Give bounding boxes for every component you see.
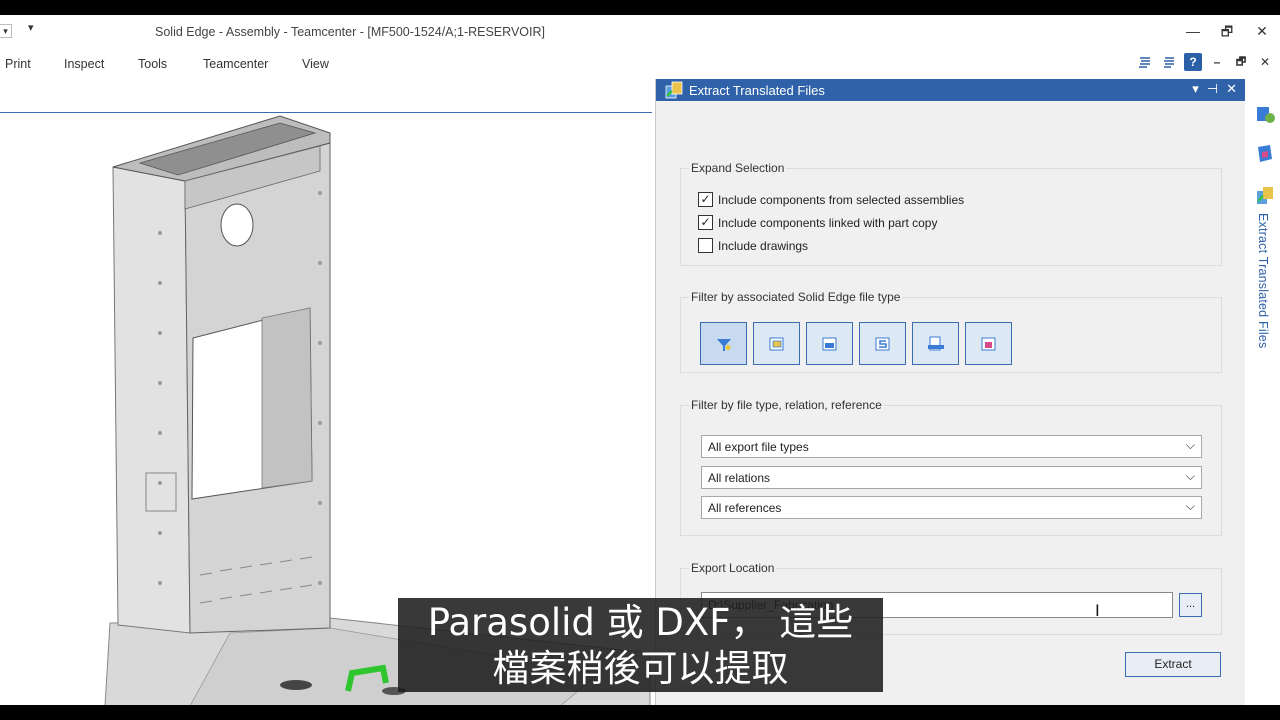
weldment-filter-button[interactable] <box>912 322 959 365</box>
restore-button[interactable]: 🗗 <box>1217 23 1237 45</box>
export-file-types-value: All export file types <box>708 440 809 454</box>
tab-print[interactable]: Print <box>5 57 31 71</box>
part-file-icon <box>822 337 836 350</box>
tab-tools[interactable]: Tools <box>138 57 167 71</box>
tab-teamcenter[interactable]: Teamcenter <box>203 57 268 71</box>
include-part-copy-checkbox[interactable]: ✓ <box>698 215 713 230</box>
sheetmetal-file-icon <box>875 337 889 350</box>
part-filter-button[interactable] <box>806 322 853 365</box>
doc-minimize-button[interactable]: – <box>1208 53 1226 71</box>
ribbon-tabs: Print Inspect Tools Teamcenter View ? – … <box>0 49 1280 77</box>
include-assemblies-checkbox[interactable]: ✓ <box>698 192 713 207</box>
ribbon-right-controls: ? – 🗗 ✕ <box>1136 53 1274 71</box>
include-drawings-label: Include drawings <box>718 238 809 253</box>
panel-menu-button[interactable]: ▾ <box>1192 81 1199 97</box>
library-icon[interactable] <box>1254 143 1276 165</box>
draft-filter-button[interactable] <box>965 322 1012 365</box>
expand-selection-label: Expand Selection <box>689 161 787 175</box>
window-title: Solid Edge - Assembly - Teamcenter - [MF… <box>155 25 545 39</box>
references-dropdown[interactable]: All references ⌵ <box>701 496 1202 519</box>
include-assemblies-label: Include components from selected assembl… <box>718 192 965 207</box>
text-cursor-icon: Ⅰ <box>1095 603 1100 620</box>
filter-associated-label: Filter by associated Solid Edge file typ… <box>689 290 903 304</box>
subtitle-line-1: Parasolid 或 DXF， 這些 <box>427 601 854 644</box>
sheetmetal-filter-button[interactable] <box>859 322 906 365</box>
include-drawings-option[interactable]: Include drawings <box>698 238 808 253</box>
panel-header: Extract Translated Files ▾ ⊣ ✕ <box>656 79 1245 101</box>
include-assemblies-option[interactable]: ✓ Include components from selected assem… <box>698 192 964 207</box>
assembly-file-icon <box>769 337 783 350</box>
include-drawings-checkbox[interactable] <box>698 238 713 253</box>
minimize-button[interactable]: — <box>1183 23 1203 39</box>
weldment-file-icon <box>927 336 944 350</box>
subtitle-line-2: 檔案稍後可以提取 <box>492 647 789 690</box>
panel-close-button[interactable]: ✕ <box>1226 81 1237 97</box>
all-types-filter-button[interactable] <box>700 322 747 365</box>
include-part-copy-option[interactable]: ✓ Include components linked with part co… <box>698 215 937 230</box>
close-button[interactable]: ✕ <box>1252 23 1272 40</box>
relations-dropdown[interactable]: All relations ⌵ <box>701 466 1202 489</box>
tab-view[interactable]: View <box>302 57 329 71</box>
help-button[interactable]: ? <box>1184 53 1202 71</box>
chevron-down-icon: ⌵ <box>1185 438 1195 452</box>
panel-title: Extract Translated Files <box>689 83 825 98</box>
extract-files-tab-label[interactable]: Extract Translated Files <box>1256 213 1270 348</box>
chevron-down-icon: ⌵ <box>1185 469 1195 483</box>
relations-value: All relations <box>708 471 771 485</box>
export-file-types-dropdown[interactable]: All export file types ⌵ <box>701 435 1202 458</box>
extract-files-icon <box>665 81 683 99</box>
extract-button[interactable]: Extract <box>1125 652 1221 677</box>
docked-tab-strip: Extract Translated Files <box>1248 79 1280 705</box>
ribbon-collapse-icon[interactable] <box>1160 53 1178 71</box>
export-location-label: Export Location <box>689 561 777 575</box>
doc-restore-button[interactable]: 🗗 <box>1232 53 1250 71</box>
doc-close-button[interactable]: ✕ <box>1256 53 1274 71</box>
extract-files-tab-icon[interactable] <box>1254 185 1276 207</box>
panel-pin-button[interactable]: ⊣ <box>1207 81 1218 97</box>
draft-file-icon <box>981 337 995 350</box>
chevron-down-icon: ⌵ <box>1185 499 1195 513</box>
all-types-icon <box>716 338 731 351</box>
filter-file-label: Filter by file type, relation, reference <box>689 398 884 412</box>
browse-button[interactable]: ... <box>1179 593 1202 617</box>
ribbon-options-icon[interactable] <box>1136 53 1154 71</box>
title-bar: ▾ ▾ Solid Edge - Assembly - Teamcenter -… <box>0 15 1280 49</box>
teamcenter-icon[interactable] <box>1254 103 1276 125</box>
assembly-filter-button[interactable] <box>753 322 800 365</box>
tab-inspect[interactable]: Inspect <box>64 57 104 71</box>
include-part-copy-label: Include components linked with part copy <box>718 215 938 230</box>
video-subtitle: Parasolid 或 DXF， 這些 檔案稍後可以提取 <box>398 598 883 692</box>
references-value: All references <box>708 501 782 515</box>
panel-header-buttons: ▾ ⊣ ✕ <box>1192 81 1237 97</box>
